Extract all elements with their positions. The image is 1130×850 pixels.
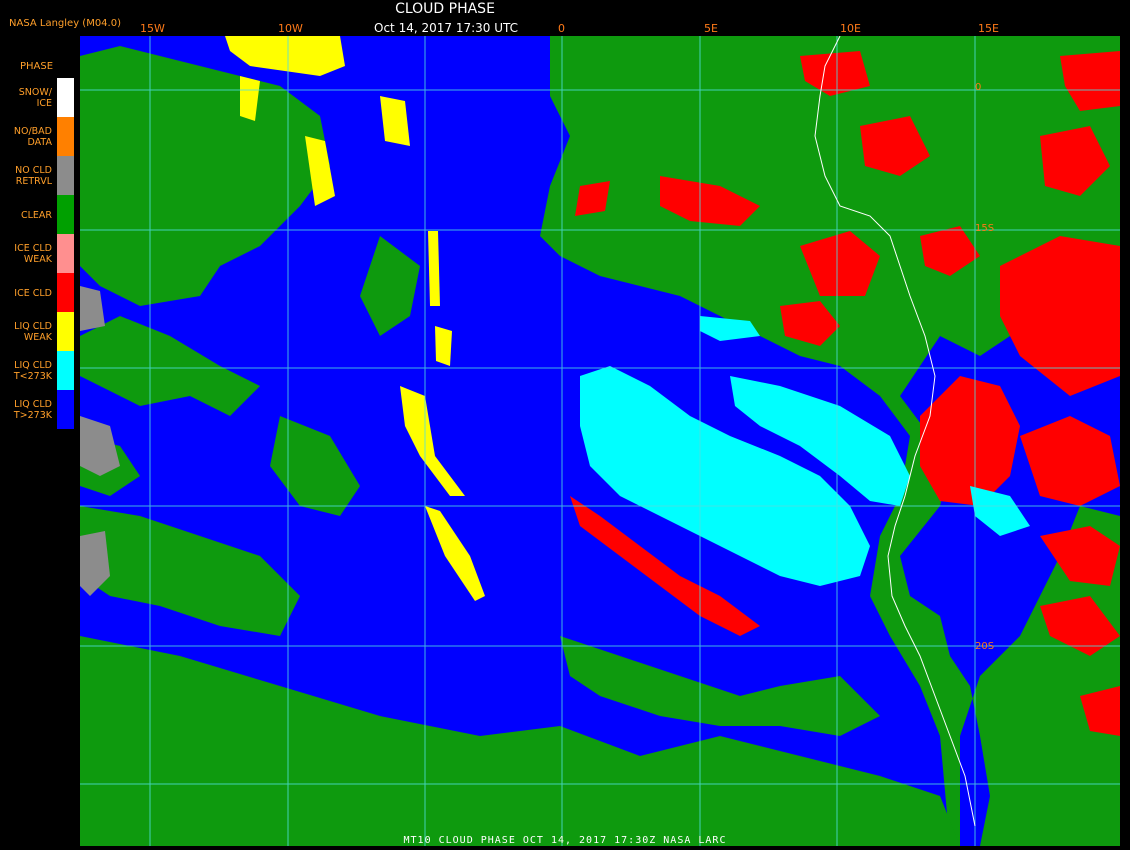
legend-label: CLEAR xyxy=(20,209,52,221)
map-datetime: Oct 14, 2017 17:30 UTC xyxy=(374,21,518,35)
longitude-label: 15E xyxy=(978,22,999,35)
legend-label: ICE CLD WEAK xyxy=(14,243,52,265)
legend-label: NO/BAD DATA xyxy=(13,126,52,148)
legend-swatch xyxy=(57,273,74,312)
legend-swatch xyxy=(57,156,74,195)
cloud-phase-map xyxy=(80,36,1120,846)
legend-swatch xyxy=(57,117,74,156)
longitude-label: 0 xyxy=(558,22,565,35)
legend-label: ICE CLD xyxy=(14,287,52,299)
longitude-label: 15W xyxy=(140,22,165,35)
latitude-label: 15S xyxy=(975,223,995,234)
legend-heading: PHASE xyxy=(20,61,54,72)
longitude-label: 5E xyxy=(704,22,718,35)
longitude-label: 10W xyxy=(278,22,303,35)
phase-legend: PHASE SNOW/ ICE NO/BAD DATA NO CLD RETRVL C… xyxy=(0,36,80,440)
legend-label: LIQ CLD WEAK xyxy=(14,321,52,343)
legend-swatch xyxy=(57,390,74,429)
legend-label: LIQ CLD T<273K xyxy=(13,360,52,382)
latitude-label: 20S xyxy=(975,641,995,652)
legend-swatch xyxy=(57,312,74,351)
legend-swatch xyxy=(57,195,74,234)
footer-caption: MT10 CLOUD PHASE OCT 14, 2017 17:30Z NAS… xyxy=(403,835,727,846)
legend-swatch xyxy=(57,351,74,390)
latitude-label: 0 xyxy=(975,82,982,93)
legend-label: LIQ CLD T>273K xyxy=(13,399,52,421)
map-title: CLOUD PHASE xyxy=(395,1,495,17)
legend-label: NO CLD RETRVL xyxy=(15,165,52,187)
longitude-label: 10E xyxy=(840,22,861,35)
legend-label: SNOW/ ICE xyxy=(18,87,52,109)
legend-swatch xyxy=(57,234,74,273)
legend-swatch xyxy=(57,78,74,117)
